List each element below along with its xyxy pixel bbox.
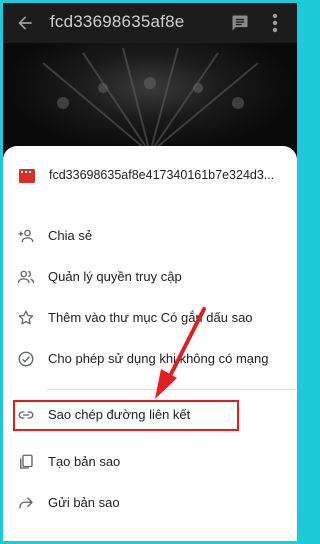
star-icon xyxy=(18,310,34,325)
menu-item-label: Thêm vào thư mục Có gắn dấu sao xyxy=(48,310,253,325)
screen-frame: fcd33698635af8e fcd33698635af8e417340161… xyxy=(3,3,297,541)
menu-divider xyxy=(47,389,297,390)
menu-item-send-copy[interactable]: Gửi bản sao xyxy=(3,484,297,524)
highlight-box xyxy=(13,400,239,431)
menu-item-share[interactable]: Chia sẻ xyxy=(3,217,297,257)
menu-item-add-starred[interactable]: Thêm vào thư mục Có gắn dấu sao xyxy=(3,299,297,339)
preview-light-rays xyxy=(42,47,259,154)
file-name: fcd33698635af8e417340161b7e324d3... xyxy=(49,168,275,182)
menu-item-label: Quản lý quyền truy cập xyxy=(48,269,182,284)
file-header: fcd33698635af8e417340161b7e324d3... xyxy=(3,156,297,198)
more-vert-icon[interactable] xyxy=(271,12,279,34)
video-preview xyxy=(3,43,297,154)
offline-check-icon xyxy=(18,351,34,367)
menu-item-label: Gửi bản sao xyxy=(48,495,120,510)
people-icon xyxy=(17,270,35,284)
comment-icon[interactable] xyxy=(230,13,250,33)
menu-item-label: Chia sẻ xyxy=(48,228,93,243)
video-file-icon xyxy=(19,169,35,183)
arrow-back-icon[interactable] xyxy=(15,13,35,33)
bottom-sheet: fcd33698635af8e417340161b7e324d3... Chia… xyxy=(3,146,297,541)
menu-item-make-copy[interactable]: Tạo bản sao xyxy=(3,443,297,483)
menu-item-manage-access[interactable]: Quản lý quyền truy cập xyxy=(3,258,297,298)
menu-item-available-offline[interactable]: Cho phép sử dụng khi không có mạng xyxy=(3,340,297,380)
person-add-icon xyxy=(18,229,34,243)
top-app-bar: fcd33698635af8e xyxy=(3,3,297,43)
copy-icon xyxy=(20,454,33,469)
share-forward-icon xyxy=(19,497,33,509)
menu-item-label: Tạo bản sao xyxy=(48,454,121,469)
menu-item-label: Cho phép sử dụng khi không có mạng xyxy=(48,351,269,366)
file-title: fcd33698635af8e xyxy=(50,12,185,31)
